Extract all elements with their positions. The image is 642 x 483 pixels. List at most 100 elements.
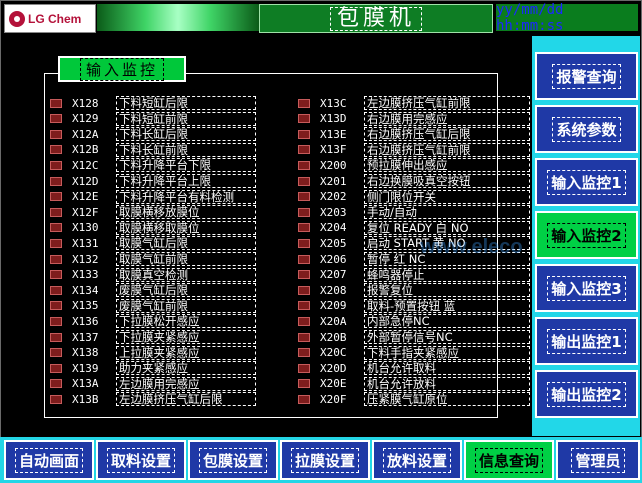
io-row: X20E 机台允许放料 (298, 376, 530, 391)
io-row: X134 废膜气缸后限 (50, 283, 256, 298)
company-logo: LG Chem (4, 4, 96, 33)
io-row: X13C 左边膜挤压气缸前限 (298, 96, 530, 110)
side-menu-button[interactable]: 系统参数 (535, 105, 638, 153)
io-row: X202 侧门限位开关 (298, 189, 530, 204)
io-address: X12E (72, 190, 99, 204)
io-address: X20C (320, 346, 347, 360)
status-lamp-icon (50, 145, 62, 155)
bottom-tab-label: 放料设置 (382, 447, 451, 473)
io-label: 取膜气缸后限 (116, 236, 256, 251)
status-lamp-icon (298, 379, 310, 389)
status-lamp-icon (298, 145, 310, 155)
bottom-tab[interactable]: 包膜设置 (188, 440, 278, 480)
status-lamp-icon (298, 394, 310, 404)
io-address: X128 (72, 96, 99, 110)
io-label: 左边膜挤压气缸前限 (364, 96, 530, 110)
side-menu-button[interactable]: 输入监控1 (535, 158, 638, 206)
io-address: X207 (320, 268, 347, 282)
status-lamp-icon (50, 254, 62, 264)
io-row: X13B 左边膜挤压气缸后限 (50, 392, 256, 407)
io-row: X133 取膜真空检测 (50, 267, 256, 282)
io-label: 取膜气缸前限 (116, 252, 256, 266)
status-lamp-icon (50, 379, 62, 389)
bottom-tab-label: 包膜设置 (198, 447, 267, 473)
status-lamp-icon (298, 176, 310, 186)
io-label: 机台允许取料 (364, 361, 530, 376)
io-label: 复位 READY 白 NO (364, 220, 530, 235)
io-address: X12F (72, 205, 99, 219)
panel-title-label: 输入监控 (79, 57, 164, 81)
io-label: 下料长缸前限 (116, 142, 256, 157)
status-lamp-icon (298, 160, 310, 170)
bottom-tab[interactable]: 放料设置 (372, 440, 462, 480)
io-row: X204 复位 READY 白 NO (298, 220, 530, 235)
status-lamp-icon (50, 207, 62, 217)
io-row: X129 下料短缸前限 (50, 111, 256, 126)
bottom-tab-label: 自动画面 (14, 447, 83, 473)
io-address: X209 (320, 299, 347, 313)
bottom-tab-label: 管理员 (571, 447, 625, 473)
io-label: 预拉膜伸出感应 (364, 158, 530, 173)
io-address: X138 (72, 346, 99, 360)
status-lamp-icon (50, 192, 62, 202)
io-label: 下料升降平台上限 (116, 174, 256, 188)
bottom-tab[interactable]: 信息查询 (464, 440, 554, 480)
header-gradient-bar (97, 4, 259, 31)
side-menu-button[interactable]: 输出监控2 (535, 370, 638, 418)
side-menu-button-label: 输入监控3 (547, 275, 626, 301)
io-address: X133 (72, 268, 99, 282)
io-row: X13F 右边膜挤压气缸前限 (298, 142, 530, 157)
io-label: 下拉膜松开感应 (116, 314, 256, 329)
io-label: 下料短缸前限 (116, 111, 256, 126)
bottom-tab[interactable]: 取料设置 (96, 440, 186, 480)
side-menu-button[interactable]: 输入监控2 (535, 211, 638, 259)
status-lamp-icon (298, 98, 310, 108)
io-row: X20F 压紧膜气缸原位 (298, 392, 530, 407)
bottom-tab[interactable]: 自动画面 (4, 440, 94, 480)
side-menu-button-label: 输入监控1 (547, 169, 626, 195)
io-row: X128 下料短缸后限 (50, 96, 256, 110)
io-label: 下料升降平台有料检测 (116, 189, 256, 204)
io-row: X200 预拉膜伸出感应 (298, 158, 530, 173)
io-address: X135 (72, 299, 99, 313)
side-menu-button[interactable]: 输入监控3 (535, 264, 638, 312)
bottom-tab[interactable]: 拉膜设置 (280, 440, 370, 480)
io-row: X132 取膜气缸前限 (50, 252, 256, 266)
io-row: X20B 外部暂停信号NC (298, 330, 530, 344)
io-row: X13A 左边膜用完感应 (50, 376, 256, 391)
status-lamp-icon (50, 363, 62, 373)
io-row: X20A 内部急停NC (298, 314, 530, 329)
io-address: X13B (72, 392, 99, 406)
io-row: X137 下拉膜夹紧感应 (50, 330, 256, 344)
io-row: X130 取膜横移取膜位 (50, 220, 256, 235)
io-label: 助力夹紧感应 (116, 361, 256, 376)
status-lamp-icon (50, 332, 62, 342)
io-label: 下料长缸后限 (116, 127, 256, 142)
io-row: X139 助力夹紧感应 (50, 361, 256, 376)
io-address: X204 (320, 221, 347, 235)
io-label: 压紧膜气缸原位 (364, 392, 530, 407)
io-row: X12D 下料升降平台上限 (50, 174, 256, 188)
status-lamp-icon (298, 192, 310, 202)
bottom-tab[interactable]: 管理员 (556, 440, 640, 480)
io-label: 下料手指夹紧感应 (364, 345, 530, 360)
side-menu-button-label: 输出监控1 (547, 328, 626, 354)
io-label: 右边换膜吸真空按钮 (364, 174, 530, 188)
io-row: X135 废膜气缸前限 (50, 298, 256, 313)
io-row: X201 右边换膜吸真空按钮 (298, 174, 530, 188)
side-menu-button[interactable]: 输出监控1 (535, 317, 638, 365)
io-label: 右边膜挤压气缸后限 (364, 127, 530, 142)
side-menu-button-label: 输入监控2 (547, 222, 626, 248)
io-address: X12D (72, 174, 99, 188)
side-menu-button[interactable]: 报警查询 (535, 52, 638, 100)
side-menu-button-label: 报警查询 (552, 63, 621, 89)
io-label: 上拉膜夹紧感应 (116, 345, 256, 360)
io-label: 外部暂停信号NC (364, 330, 530, 344)
io-label: 取膜横移放膜位 (116, 205, 256, 220)
status-lamp-icon (298, 363, 310, 373)
io-label: 取膜真空检测 (116, 267, 256, 282)
io-row: X20D 机台允许取料 (298, 361, 530, 376)
status-lamp-icon (50, 316, 62, 326)
status-lamp-icon (298, 348, 310, 358)
io-row: X12F 取膜横移放膜位 (50, 205, 256, 220)
